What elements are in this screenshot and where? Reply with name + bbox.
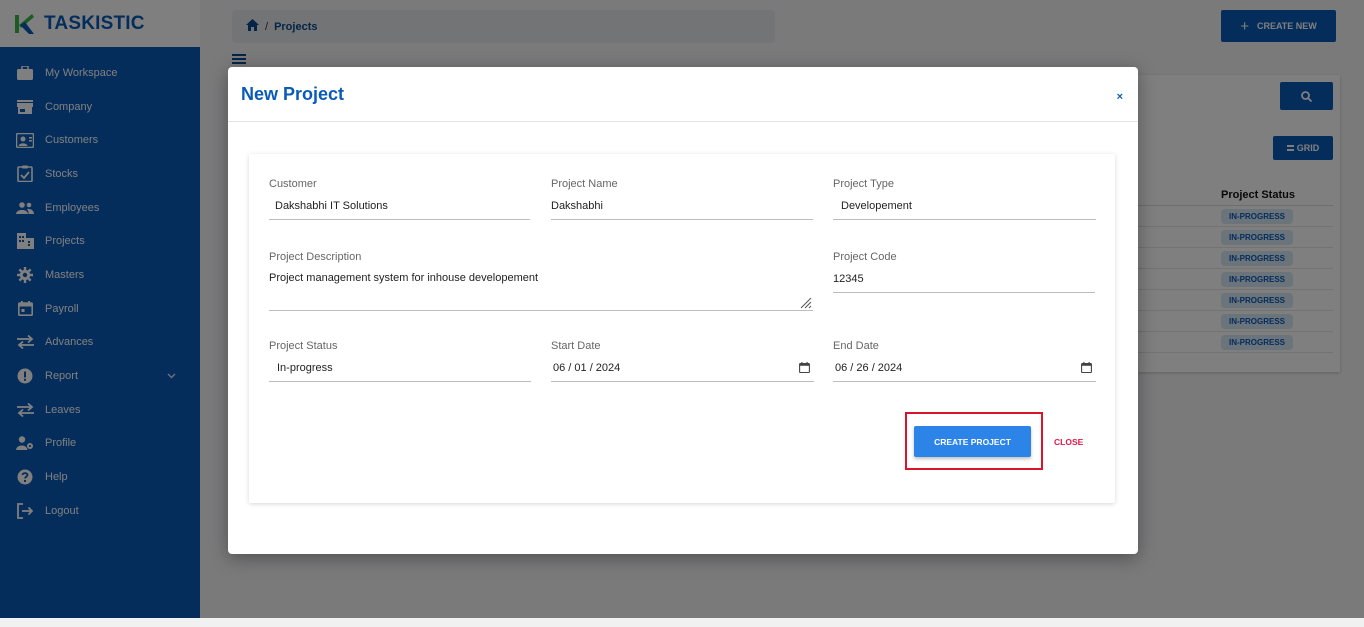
project-description-text: Project management system for inhouse de… xyxy=(269,272,539,284)
start-date-label: Start Date xyxy=(551,340,601,352)
project-code-label: Project Code xyxy=(833,251,897,263)
start-date-value: 06 / 01 / 2024 xyxy=(553,362,621,374)
customer-label: Customer xyxy=(269,178,317,190)
page-bottom-strip xyxy=(0,618,1364,627)
close-button[interactable]: CLOSE xyxy=(1054,437,1083,447)
project-status-field: Project Status In-progress xyxy=(269,340,531,388)
project-name-label: Project Name xyxy=(551,178,618,190)
start-date-input[interactable]: 06 / 01 / 2024 xyxy=(551,360,814,382)
resize-handle-icon[interactable] xyxy=(799,296,812,309)
end-date-field: End Date 06 / 26 / 2024 xyxy=(833,340,1096,388)
highlight-box xyxy=(905,412,1043,470)
calendar-icon[interactable] xyxy=(799,362,810,373)
new-project-modal: New Project × Customer Dakshabhi IT Solu… xyxy=(228,67,1138,554)
project-code-input[interactable]: 12345 xyxy=(833,271,1095,293)
customer-field: Customer Dakshabhi IT Solutions xyxy=(269,178,530,226)
project-description-textarea[interactable]: Project management system for inhouse de… xyxy=(269,271,813,311)
calendar-icon[interactable] xyxy=(1081,362,1092,373)
close-icon[interactable]: × xyxy=(1117,91,1123,103)
end-date-value: 06 / 26 / 2024 xyxy=(835,362,903,374)
project-status-label: Project Status xyxy=(269,340,338,352)
customer-select[interactable]: Dakshabhi IT Solutions xyxy=(269,198,530,220)
project-description-field: Project Description Project management s… xyxy=(269,251,813,315)
project-description-label: Project Description xyxy=(269,251,362,263)
modal-header: New Project × xyxy=(228,67,1138,122)
modal-title: New Project xyxy=(241,83,345,104)
project-type-select[interactable]: Developement xyxy=(833,198,1096,220)
start-date-field: Start Date 06 / 01 / 2024 xyxy=(551,340,814,388)
project-type-field: Project Type Developement xyxy=(833,178,1096,226)
project-status-select[interactable]: In-progress xyxy=(269,360,531,382)
end-date-label: End Date xyxy=(833,340,879,352)
project-name-input[interactable]: Dakshabhi xyxy=(551,198,813,220)
project-type-label: Project Type xyxy=(833,178,894,190)
project-code-field: Project Code 12345 xyxy=(833,251,1095,299)
end-date-input[interactable]: 06 / 26 / 2024 xyxy=(833,360,1096,382)
project-name-field: Project Name Dakshabhi xyxy=(551,178,813,226)
